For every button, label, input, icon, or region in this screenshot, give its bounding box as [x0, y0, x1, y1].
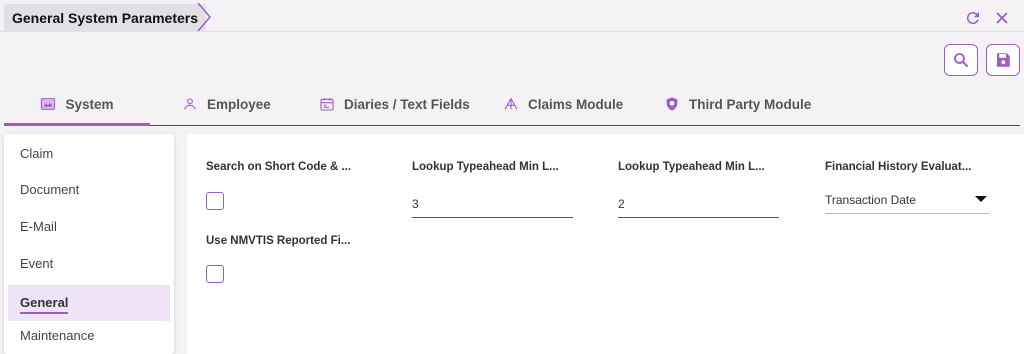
- search-short-code-checkbox[interactable]: [206, 192, 224, 210]
- tab-label: Claims Module: [528, 96, 624, 112]
- lookup-min-2-input[interactable]: 2: [618, 190, 779, 218]
- financial-history-label: Financial History Evaluat...: [825, 161, 972, 173]
- parameters-panel: Search on Short Code & ... Lookup Typeah…: [187, 134, 1024, 354]
- tab-claims-module[interactable]: Claims Module: [503, 84, 623, 124]
- sidebar-item-label: E-Mail: [20, 219, 57, 234]
- chevron-down-icon: [975, 196, 987, 202]
- tab-label: Diaries / Text Fields: [344, 96, 470, 112]
- tab-label: Employee: [207, 96, 271, 112]
- save-button[interactable]: [986, 44, 1020, 76]
- shield-icon: [666, 97, 678, 111]
- sidebar: Claim Document E-Mail Event General Main…: [4, 134, 174, 354]
- sidebar-item-event[interactable]: Event: [8, 246, 170, 282]
- system-icon: [41, 98, 56, 110]
- tab-diaries-text-fields[interactable]: Diaries / Text Fields: [319, 84, 470, 124]
- sidebar-item-general[interactable]: General: [8, 285, 170, 321]
- search-icon: [954, 53, 968, 67]
- search-short-code-label: Search on Short Code & ...: [206, 161, 352, 173]
- sidebar-item-label: General: [20, 295, 69, 314]
- sidebar-item-label: Claim: [20, 146, 54, 161]
- breadcrumb: General System Parameters: [0, 0, 1024, 32]
- tab-employee[interactable]: Employee: [182, 84, 271, 124]
- sidebar-item-label: Document: [20, 182, 80, 197]
- sidebar-item-document[interactable]: Document: [8, 172, 170, 208]
- close-icon[interactable]: [993, 9, 1011, 27]
- search-button[interactable]: [944, 44, 978, 76]
- save-icon: [997, 53, 1010, 67]
- tab-third-party-module[interactable]: Third Party Module: [664, 84, 811, 124]
- refresh-icon[interactable]: [964, 9, 982, 27]
- financial-history-select[interactable]: Transaction Date: [825, 190, 989, 214]
- sidebar-item-label: Event: [20, 256, 54, 271]
- sidebar-item-label: Maintenance: [20, 328, 95, 343]
- tab-label: Third Party Module: [689, 96, 812, 112]
- sidebar-item-claim[interactable]: Claim: [8, 136, 170, 172]
- claims-icon: [504, 97, 518, 110]
- lookup-min-1-label: Lookup Typeahead Min L...: [412, 161, 559, 173]
- person-icon: [184, 98, 196, 110]
- sidebar-item-maintenance[interactable]: Maintenance: [8, 318, 170, 354]
- tab-label: System: [65, 96, 114, 112]
- page-title: General System Parameters: [4, 4, 206, 32]
- financial-history-value: Transaction Date: [825, 193, 916, 207]
- header-divider: [0, 31, 1024, 32]
- sidebar-item-email[interactable]: E-Mail: [8, 209, 170, 245]
- tab-system[interactable]: System: [4, 84, 150, 126]
- use-nmvtis-label: Use NMVTIS Reported Fi...: [206, 235, 351, 247]
- lookup-min-2-label: Lookup Typeahead Min L...: [618, 161, 765, 173]
- breadcrumb-arrow-icon: [197, 2, 211, 32]
- use-nmvtis-checkbox[interactable]: [206, 265, 224, 283]
- lookup-min-1-input[interactable]: 3: [412, 190, 573, 218]
- calendar-icon: [320, 98, 334, 111]
- tab-bar: System Employee Diaries / Text Fields Cl…: [4, 84, 1020, 126]
